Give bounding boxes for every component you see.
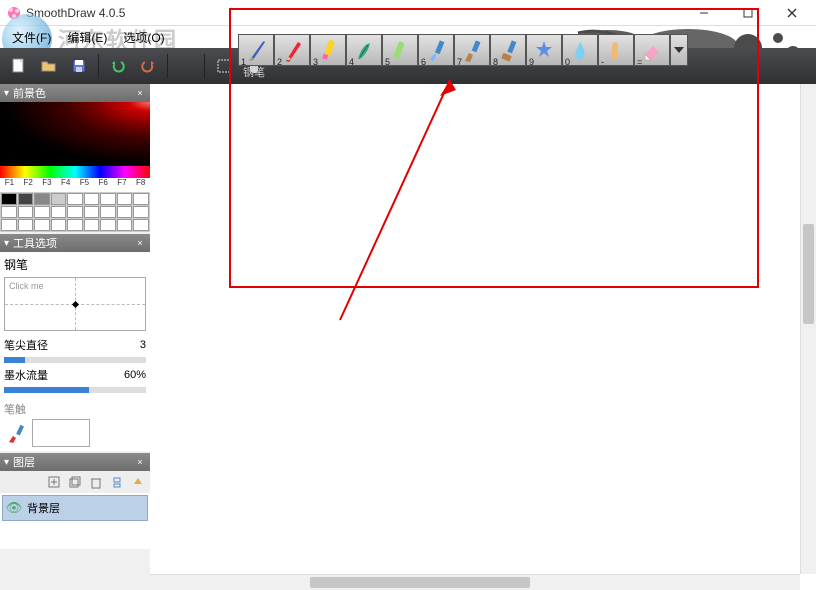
layer-name: 背景层 xyxy=(25,500,60,516)
brush-pencil[interactable]: 2 xyxy=(274,34,310,66)
brush-leaf[interactable]: 4 xyxy=(346,34,382,66)
close-button[interactable] xyxy=(770,0,814,26)
layer-delete-button[interactable] xyxy=(87,473,105,491)
swatch-grid[interactable] xyxy=(0,192,150,232)
layer-new-button[interactable] xyxy=(45,473,63,491)
panel-close-icon[interactable]: × xyxy=(134,87,146,99)
layer-list: 👁 背景层 xyxy=(0,493,150,549)
layer-up-button[interactable] xyxy=(129,473,147,491)
vertical-scrollbar[interactable] xyxy=(800,84,816,574)
brush-chalk[interactable]: 5 xyxy=(382,34,418,66)
tool-options-panel: ▾ 工具选项 × 钢笔 Click me 笔尖直径 3 墨水流量 60% xyxy=(0,234,150,451)
brush-pen[interactable]: 1 xyxy=(238,34,274,66)
brush-flat[interactable]: 8 xyxy=(490,34,526,66)
panel-title: 图层 xyxy=(13,454,35,470)
menu-file[interactable]: 文件(F) xyxy=(4,27,59,48)
flow-label: 墨水流量 xyxy=(4,367,124,383)
brush-tip-icon[interactable] xyxy=(4,421,28,445)
layers-panel: ▾ 图层 × 👁 背景层 xyxy=(0,453,150,549)
color-picker-gradient[interactable] xyxy=(0,102,150,166)
horizontal-scrollbar[interactable] xyxy=(150,574,800,590)
brush-finger[interactable]: - xyxy=(598,34,634,66)
brush-dropdown[interactable] xyxy=(670,34,688,66)
pressure-curve[interactable]: Click me xyxy=(4,277,146,331)
brush-wet[interactable]: 6 xyxy=(418,34,454,66)
menu-options[interactable]: 选项(O) xyxy=(115,27,172,48)
menu-edit[interactable]: 编辑(E) xyxy=(59,27,115,48)
window-title: SmoothDraw 4.0.5 xyxy=(26,6,682,20)
side-panels: ▾ 前景色 × F1F2 F3F4 F5F6 F7F8 xyxy=(0,84,150,590)
foreground-color-panel: ▾ 前景色 × F1F2 F3F4 F5F6 F7F8 xyxy=(0,84,150,232)
open-file-button[interactable] xyxy=(35,52,63,80)
layer-row-background[interactable]: 👁 背景层 xyxy=(2,495,148,521)
brush-marker[interactable]: 3 xyxy=(310,34,346,66)
collapse-icon[interactable]: ▾ xyxy=(4,457,9,468)
new-file-button[interactable] xyxy=(5,52,33,80)
panel-title: 工具选项 xyxy=(13,235,57,251)
title-bar: SmoothDraw 4.0.5 xyxy=(0,0,816,26)
flow-slider[interactable] xyxy=(4,387,146,393)
tip-diameter-value: 3 xyxy=(140,339,146,351)
maximize-button[interactable] xyxy=(726,0,770,26)
collapse-icon[interactable]: ▾ xyxy=(4,238,9,249)
canvas[interactable] xyxy=(150,84,816,590)
panel-close-icon[interactable]: × xyxy=(134,456,146,468)
hue-slider[interactable] xyxy=(0,166,150,178)
layer-duplicate-button[interactable] xyxy=(66,473,84,491)
minimize-button[interactable] xyxy=(682,0,726,26)
brush-bristle[interactable]: 7 xyxy=(454,34,490,66)
brush-star[interactable]: 9 xyxy=(526,34,562,66)
tip-diameter-label: 笔尖直径 xyxy=(4,337,140,353)
brush-eraser[interactable]: = xyxy=(634,34,670,66)
tool-name-label: 钢笔 xyxy=(4,256,146,273)
app-icon xyxy=(6,5,22,21)
save-file-button[interactable] xyxy=(65,52,93,80)
tip-diameter-slider[interactable] xyxy=(4,357,146,363)
crop-button[interactable] xyxy=(210,52,238,80)
panel-title: 前景色 xyxy=(13,85,46,101)
brush-palette: 1 2 3 4 5 6 7 8 9 0 - = xyxy=(238,30,688,66)
layer-toolbar xyxy=(0,471,150,493)
brush-tip-label: 笔触 xyxy=(4,401,146,417)
layer-visibility-icon[interactable]: 👁 xyxy=(3,500,25,516)
panel-close-icon[interactable]: × xyxy=(134,237,146,249)
annotation-arrow xyxy=(320,80,460,340)
layer-merge-button[interactable] xyxy=(108,473,126,491)
collapse-icon[interactable]: ▾ xyxy=(4,88,9,99)
current-brush-label: 钢笔 xyxy=(243,64,265,80)
flow-value: 60% xyxy=(124,369,146,381)
brush-water[interactable]: 0 xyxy=(562,34,598,66)
brush-tip-preview[interactable] xyxy=(32,419,90,447)
redo-button[interactable] xyxy=(134,52,162,80)
undo-button[interactable] xyxy=(104,52,132,80)
color-preset-labels: F1F2 F3F4 F5F6 F7F8 xyxy=(0,178,150,192)
